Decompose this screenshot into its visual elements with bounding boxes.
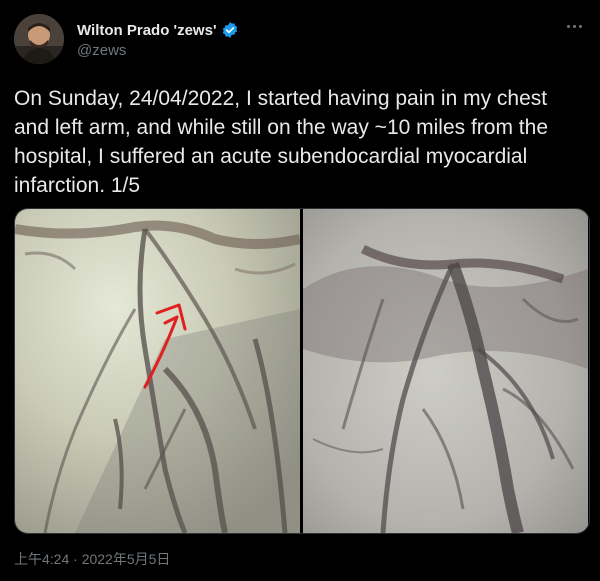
author-display-name[interactable]: Wilton Prado 'zews'	[77, 21, 239, 39]
tweet-timestamp[interactable]: 上午4:24 · 2022年5月5日	[14, 549, 170, 569]
author-name-text[interactable]: Wilton Prado 'zews'	[77, 22, 217, 39]
tweet-body-text: On Sunday, 24/04/2022, I started having …	[14, 87, 549, 197]
verified-badge-icon	[221, 21, 239, 39]
tweet-card: Wilton Prado 'zews' @zews On Sunday, 24/…	[0, 0, 600, 581]
author-handle[interactable]: @zews	[77, 42, 126, 59]
more-horizontal-icon[interactable]	[562, 16, 586, 36]
profile-avatar-icon	[14, 14, 64, 64]
author-avatar[interactable]	[14, 14, 64, 64]
media-image-2[interactable]	[303, 209, 588, 533]
tweet-media-grid	[14, 208, 590, 534]
media-image-1[interactable]	[15, 209, 300, 533]
